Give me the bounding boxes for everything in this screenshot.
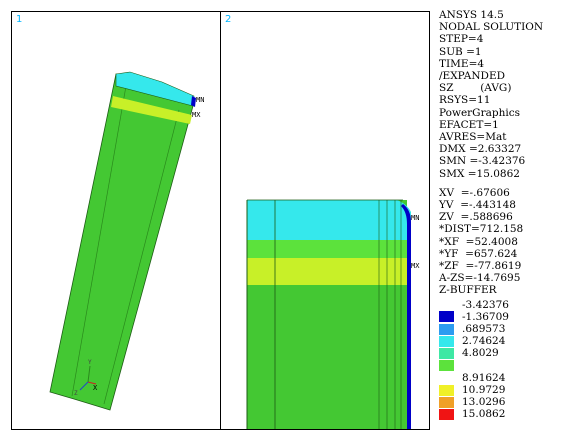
legend-value: 13.0296 bbox=[462, 396, 506, 409]
legend-swatch bbox=[439, 335, 454, 347]
info-line-sub: SUB =1 bbox=[439, 45, 482, 58]
legend-value: 10.9729 bbox=[462, 383, 506, 396]
legend-value: 8.91624 bbox=[462, 371, 506, 384]
legend-value: -1.36709 bbox=[462, 310, 509, 323]
legend-swatch bbox=[439, 311, 454, 323]
info-line-rsys: RSYS=11 bbox=[439, 94, 491, 107]
info-line-result: SZ (AVG) bbox=[439, 82, 512, 95]
legend-swatch bbox=[439, 372, 454, 383]
legend-row bbox=[439, 360, 579, 372]
viewport-number: 2 bbox=[225, 14, 232, 25]
info-line-efacet: EFACET=1 bbox=[439, 118, 499, 131]
info-line-smx: SMX =15.0862 bbox=[439, 167, 520, 180]
legend-value: 2.74624 bbox=[462, 335, 506, 348]
legend-value: -3.42376 bbox=[462, 298, 509, 311]
view-line-dist: *DIST=712.158 bbox=[439, 223, 524, 236]
triad-y-label: Y bbox=[88, 359, 92, 366]
info-line-dmx: DMX =2.63327 bbox=[439, 143, 522, 156]
view-line-azs: A-ZS=-14.7695 bbox=[439, 272, 521, 285]
view-line-zv: ZV =.588696 bbox=[439, 211, 513, 224]
legend-row: .689573 bbox=[439, 323, 579, 335]
model-view-1: MN MX X Y Z bbox=[49, 71, 204, 411]
view-line-yf: *YF =657.624 bbox=[439, 247, 518, 260]
legend-swatch bbox=[439, 323, 454, 335]
info-line-graphics: PowerGraphics bbox=[439, 106, 520, 119]
viewport-number: 1 bbox=[16, 14, 23, 25]
legend-swatch bbox=[439, 348, 454, 360]
info-line-step: STEP=4 bbox=[439, 33, 484, 46]
view-line-yv: YV =-.443148 bbox=[439, 199, 516, 212]
legend-row: 10.9729 bbox=[439, 384, 579, 396]
info-line-product: ANSYS 14.5 bbox=[439, 9, 504, 21]
legend-swatch bbox=[439, 299, 454, 310]
model-top-cyan bbox=[247, 200, 411, 240]
viewport-2[interactable]: 2 MN MX bbox=[220, 11, 430, 430]
legend-row: 13.0296 bbox=[439, 396, 579, 408]
min-marker-label: MN bbox=[411, 214, 419, 222]
legend-swatch bbox=[439, 360, 454, 372]
viewport-1[interactable]: 1 MN MX X Y Z bbox=[11, 11, 221, 430]
min-marker-label: MN bbox=[196, 96, 204, 104]
legend-value: 4.8029 bbox=[462, 347, 499, 360]
info-line-time: TIME=4 bbox=[439, 57, 485, 70]
info-line-avres: AVRES=Mat bbox=[439, 131, 507, 144]
info-line-expanded: /EXPANDED bbox=[439, 70, 506, 83]
info-panel: ANSYS 14.5 NODAL SOLUTION STEP=4 SUB =1 … bbox=[439, 9, 579, 421]
legend-row: 15.0862 bbox=[439, 408, 579, 420]
info-line-solution: NODAL SOLUTION bbox=[439, 21, 544, 34]
legend-swatch bbox=[439, 384, 454, 396]
triad-z-label: Z bbox=[74, 390, 78, 397]
model-view-2: MN MX bbox=[246, 199, 420, 429]
legend-row: 8.91624 bbox=[439, 372, 579, 384]
legend-swatch bbox=[439, 408, 454, 420]
view-line-zbuffer: Z-BUFFER bbox=[439, 284, 497, 297]
legend-row: -3.42376 bbox=[439, 299, 579, 311]
legend-row: -1.36709 bbox=[439, 311, 579, 323]
max-marker-label: MX bbox=[192, 111, 201, 119]
legend-swatch bbox=[439, 396, 454, 408]
info-line-smn: SMN =-3.42376 bbox=[439, 155, 526, 168]
view-line-xf: *XF =52.4008 bbox=[439, 235, 518, 248]
legend-value: 15.0862 bbox=[462, 408, 506, 421]
legend-value: .689573 bbox=[462, 323, 506, 336]
max-marker-label: MX bbox=[411, 262, 420, 270]
legend-row: 2.74624 bbox=[439, 335, 579, 347]
legend-row: 4.8029 bbox=[439, 347, 579, 359]
contour-legend: -3.42376 -1.36709 .689573 2.74624 4.8029… bbox=[439, 299, 579, 421]
view-line-xv: XV =-.67606 bbox=[439, 186, 510, 199]
model-body bbox=[49, 73, 194, 411]
model-yellow-band bbox=[247, 258, 411, 285]
view-line-zf: *ZF =-77.8619 bbox=[439, 260, 522, 273]
